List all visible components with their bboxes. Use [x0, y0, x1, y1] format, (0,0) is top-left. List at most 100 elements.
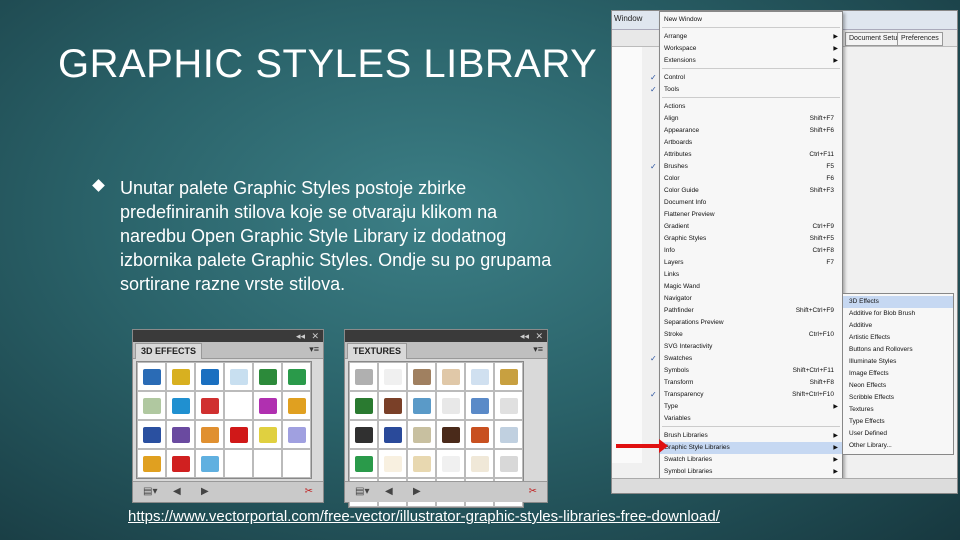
menu-item[interactable]: Variables — [660, 413, 842, 425]
menu-item[interactable]: Symbols Shift+Ctrl+F11 — [660, 365, 842, 377]
menu-item[interactable]: Artboards — [660, 137, 842, 149]
break-link-icon[interactable]: ✂ — [305, 486, 313, 497]
tab-textures[interactable]: TEXTURES — [347, 343, 408, 359]
submenu-item[interactable]: Additive for Blob Brush — [843, 308, 953, 320]
submenu-item[interactable]: Textures — [843, 404, 953, 416]
swatch-cell[interactable] — [378, 391, 407, 420]
menu-item[interactable]: Graphic Styles Shift+F5 — [660, 233, 842, 245]
swatch-cell[interactable] — [349, 449, 378, 478]
menu-item[interactable]: Gradient Ctrl+F9 — [660, 221, 842, 233]
menu-item[interactable]: Links — [660, 269, 842, 281]
preferences-button[interactable]: Preferences — [897, 32, 943, 46]
menu-item[interactable]: Transform Shift+F8 — [660, 377, 842, 389]
swatch-cell[interactable] — [137, 362, 166, 391]
swatch-cell[interactable] — [494, 362, 523, 391]
swatch-cell[interactable] — [224, 362, 253, 391]
swatch-cell[interactable] — [436, 362, 465, 391]
swatch-cell[interactable] — [253, 420, 282, 449]
menu-item[interactable]: SVG Interactivity — [660, 341, 842, 353]
swatch-cell[interactable] — [166, 391, 195, 420]
menu-item[interactable]: Transparency Shift+Ctrl+F10 ✓ — [650, 389, 842, 401]
menu-item[interactable]: Magic Wand — [660, 281, 842, 293]
swatch-cell[interactable] — [378, 362, 407, 391]
menu-item[interactable]: Info Ctrl+F8 — [660, 245, 842, 257]
menu-item[interactable]: Symbol Libraries ▶ — [660, 466, 842, 478]
swatch-cell[interactable] — [407, 449, 436, 478]
swatch-cell[interactable] — [494, 420, 523, 449]
submenu-item[interactable]: Scribble Effects — [843, 392, 953, 404]
menu-item[interactable]: Control ✓ — [650, 72, 842, 84]
swatch-cell[interactable] — [407, 362, 436, 391]
palette-menu-icon[interactable]: ▾≡ — [533, 344, 543, 355]
menu-item[interactable]: Brushes F5 ✓ — [650, 161, 842, 173]
swatch-cell[interactable] — [378, 449, 407, 478]
menu-item[interactable]: Flattener Preview — [660, 209, 842, 221]
swatch-cell[interactable] — [436, 420, 465, 449]
swatch-cell[interactable] — [195, 391, 224, 420]
tab-3d-effects[interactable]: 3D EFFECTS — [135, 343, 203, 359]
swatch-cell[interactable] — [166, 362, 195, 391]
swatch-cell[interactable] — [166, 420, 195, 449]
swatch-cell[interactable] — [349, 391, 378, 420]
swatch-cell[interactable] — [195, 362, 224, 391]
submenu-item[interactable]: Artistic Effects — [843, 332, 953, 344]
palette-menu-icon[interactable]: ▾≡ — [309, 344, 319, 355]
window-menu[interactable]: Window — [614, 14, 642, 23]
prev-icon[interactable]: ◀ — [385, 486, 393, 497]
swatch-cell[interactable] — [282, 391, 311, 420]
menu-item[interactable]: Tools ✓ — [650, 84, 842, 96]
swatch-cell[interactable] — [166, 449, 195, 478]
swatch-cell[interactable] — [378, 420, 407, 449]
menu-item[interactable]: Swatch Libraries ▶ — [660, 454, 842, 466]
swatch-cell[interactable] — [195, 420, 224, 449]
menu-item[interactable]: Separations Preview — [660, 317, 842, 329]
menu-item[interactable]: Navigator — [660, 293, 842, 305]
submenu-item[interactable]: User Defined — [843, 428, 953, 440]
menu-item[interactable]: New Window — [660, 14, 842, 26]
swatch-cell[interactable] — [224, 391, 253, 420]
swatch-cell[interactable] — [465, 362, 494, 391]
swatch-cell[interactable] — [253, 362, 282, 391]
menu-item[interactable]: Document Info — [660, 197, 842, 209]
break-link-icon[interactable]: ✂ — [529, 486, 537, 497]
menu-item[interactable]: Align Shift+F7 — [660, 113, 842, 125]
submenu-item[interactable]: 3D Effects — [843, 296, 953, 308]
swatch-cell[interactable] — [407, 420, 436, 449]
submenu-item[interactable]: Additive — [843, 320, 953, 332]
next-icon[interactable]: ▶ — [413, 486, 421, 497]
menu-item[interactable]: Arrange ▶ — [660, 31, 842, 43]
swatch-cell[interactable] — [137, 391, 166, 420]
menu-item[interactable]: Appearance Shift+F6 — [660, 125, 842, 137]
swatch-cell[interactable] — [436, 449, 465, 478]
library-icon[interactable]: ▤▾ — [355, 486, 369, 497]
menu-item[interactable]: Stroke Ctrl+F10 — [660, 329, 842, 341]
submenu-item[interactable]: Neon Effects — [843, 380, 953, 392]
swatch-cell[interactable] — [436, 391, 465, 420]
menu-item[interactable]: Pathfinder Shift+Ctrl+F9 — [660, 305, 842, 317]
library-icon[interactable]: ▤▾ — [143, 486, 157, 497]
menu-item[interactable]: Layers F7 — [660, 257, 842, 269]
swatch-cell[interactable] — [137, 420, 166, 449]
swatch-cell[interactable] — [465, 391, 494, 420]
prev-icon[interactable]: ◀ — [173, 486, 181, 497]
swatch-cell[interactable] — [137, 449, 166, 478]
swatch-cell[interactable] — [224, 420, 253, 449]
next-icon[interactable]: ▶ — [201, 486, 209, 497]
menu-item[interactable]: Extensions ▶ — [660, 55, 842, 67]
swatch-cell[interactable] — [494, 449, 523, 478]
menu-item[interactable]: Brush Libraries ▶ — [660, 430, 842, 442]
swatch-cell[interactable] — [465, 420, 494, 449]
menu-item[interactable]: Workspace ▶ — [660, 43, 842, 55]
swatch-cell[interactable] — [494, 391, 523, 420]
menu-item[interactable]: Attributes Ctrl+F11 — [660, 149, 842, 161]
submenu-item[interactable]: Illuminate Styles — [843, 356, 953, 368]
submenu-item[interactable]: Image Effects — [843, 368, 953, 380]
swatch-cell[interactable] — [195, 449, 224, 478]
swatch-cell[interactable] — [465, 449, 494, 478]
swatch-cell[interactable] — [253, 391, 282, 420]
menu-item[interactable]: Graphic Style Libraries ▶ — [660, 442, 842, 454]
submenu-item[interactable]: Other Library... — [843, 440, 953, 452]
menu-item[interactable]: Color F6 — [660, 173, 842, 185]
menu-item[interactable]: Actions — [660, 101, 842, 113]
menu-item[interactable]: Swatches ✓ — [650, 353, 842, 365]
